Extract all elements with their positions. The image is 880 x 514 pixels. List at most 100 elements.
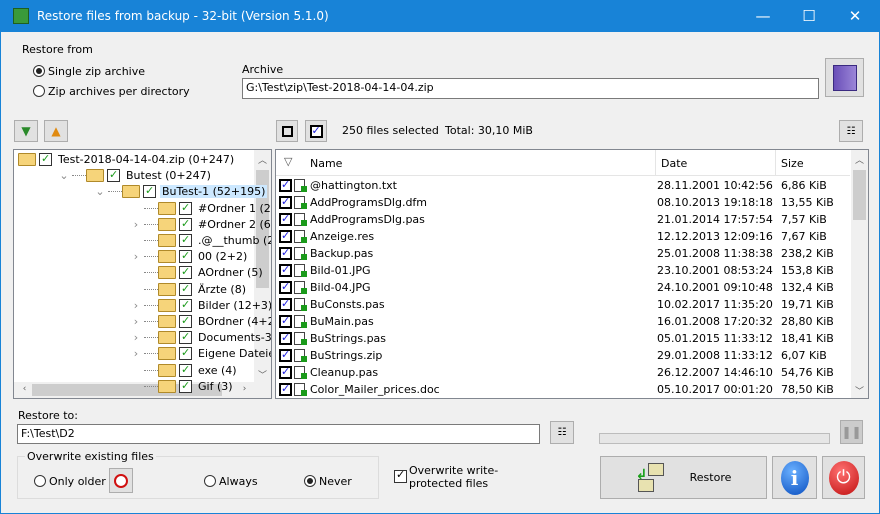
- tree-checkbox[interactable]: [179, 363, 192, 377]
- scroll-up-icon[interactable]: ︿: [254, 153, 271, 166]
- sort-triangle-icon[interactable]: ▽: [284, 155, 292, 168]
- file-row[interactable]: BuMain.pas 16.01.2008 17:20:32 28,80 KiB: [279, 313, 849, 330]
- collapse-all-button[interactable]: ▲: [44, 120, 68, 142]
- file-list[interactable]: ▽ Name Date Size ︿ ﹀ @hattington.txt 28.1…: [275, 149, 869, 399]
- tree-node[interactable]: exe (4): [128, 362, 239, 379]
- file-checkbox[interactable]: [279, 263, 292, 277]
- file-checkbox[interactable]: [279, 178, 292, 192]
- restore-to-input[interactable]: F:\Test\D2: [17, 424, 540, 444]
- file-list-scrollbar[interactable]: ︿ ﹀: [851, 150, 868, 398]
- radio-never-label[interactable]: Never: [319, 475, 352, 488]
- file-checkbox[interactable]: [279, 229, 292, 243]
- radio-only-older-label[interactable]: Only older: [49, 475, 106, 488]
- minimize-button[interactable]: —: [740, 1, 786, 32]
- tree-view-button[interactable]: ☷: [839, 120, 863, 142]
- select-all-button[interactable]: [305, 120, 327, 142]
- chevron-right-icon[interactable]: ›: [128, 299, 144, 312]
- file-checkbox[interactable]: [279, 365, 292, 379]
- tree-node[interactable]: Test-2018-04-14-04.zip (0+247): [18, 151, 236, 168]
- write-protected-checkbox[interactable]: ✓: [394, 468, 407, 483]
- file-row[interactable]: Backup.pas 25.01.2008 11:38:38 238,2 KiB: [279, 245, 849, 262]
- tree-checkbox[interactable]: [179, 282, 192, 296]
- close-button[interactable]: ✕: [832, 1, 878, 32]
- tree-node[interactable]: ⌄ Butest (0+247): [56, 167, 213, 184]
- file-row[interactable]: BuConsts.pas 10.02.2017 11:35:20 19,71 KiB: [279, 296, 849, 313]
- tree-checkbox[interactable]: [179, 346, 192, 361]
- tree-node[interactable]: #Ordner 1 (2): [128, 200, 271, 217]
- scroll-left-icon[interactable]: ‹: [16, 384, 33, 394]
- chevron-right-icon[interactable]: ›: [128, 218, 144, 231]
- radio-always[interactable]: [204, 475, 216, 487]
- tree-checkbox[interactable]: [179, 233, 192, 247]
- file-row[interactable]: BuStrings.pas 05.01.2015 11:33:12 18,41 Ki…: [279, 330, 849, 347]
- file-row[interactable]: Bild-01.JPG 23.10.2001 08:53:24 153,8 KiB: [279, 262, 849, 279]
- folder-tree[interactable]: ︿ ﹀ ‹ › Test-2018-04-14-04.zip (0+247) ⌄ B…: [13, 149, 272, 399]
- file-row[interactable]: Bild-04.JPG 24.10.2001 09:10:48 132,4 KiB: [279, 279, 849, 296]
- tree-checkbox[interactable]: [179, 314, 192, 328]
- select-none-button[interactable]: [276, 120, 298, 142]
- column-header-date[interactable]: Date: [661, 157, 687, 170]
- file-checkbox[interactable]: [279, 348, 292, 362]
- radio-single-zip-label[interactable]: Single zip archive: [48, 65, 145, 78]
- file-row[interactable]: AddProgramsDlg.pas 21.01.2014 17:57:54 7,5…: [279, 211, 849, 228]
- tree-checkbox[interactable]: [179, 201, 192, 215]
- tree-node[interactable]: › Eigene Dateien (2+: [128, 345, 271, 362]
- tree-node[interactable]: › Bilder (12+3): [128, 297, 271, 314]
- time-settings-button[interactable]: [109, 468, 133, 493]
- file-checkbox[interactable]: [279, 212, 292, 226]
- expand-all-button[interactable]: ▼: [14, 120, 38, 142]
- radio-per-directory-label[interactable]: Zip archives per directory: [48, 85, 190, 98]
- maximize-button[interactable]: ☐: [786, 1, 832, 32]
- radio-never[interactable]: [304, 475, 316, 487]
- radio-single-zip[interactable]: [33, 65, 45, 77]
- archive-input[interactable]: G:\Test\zip\Test-2018-04-14-04.zip: [242, 78, 819, 99]
- tree-node[interactable]: › #Ordner 2 (6+2): [128, 216, 271, 233]
- file-checkbox[interactable]: [279, 331, 292, 345]
- tree-checkbox[interactable]: [107, 168, 120, 183]
- file-row[interactable]: Anzeige.res 12.12.2013 12:09:16 7,67 KiB: [279, 228, 849, 245]
- file-row[interactable]: @hattington.txt 28.11.2001 10:42:56 6,86 K…: [279, 177, 849, 194]
- file-row[interactable]: BuStrings.zip 29.01.2008 11:33:12 6,07 KiB: [279, 347, 849, 364]
- chevron-right-icon[interactable]: ›: [128, 315, 144, 328]
- file-checkbox[interactable]: [279, 280, 292, 294]
- pause-button[interactable]: ❚❚: [840, 420, 863, 444]
- tree-checkbox[interactable]: [143, 184, 156, 199]
- info-button[interactable]: i: [772, 456, 817, 499]
- file-list-scroll-thumb[interactable]: [853, 170, 866, 220]
- restore-button[interactable]: ↲ Restore: [600, 456, 767, 499]
- tree-checkbox[interactable]: [179, 379, 192, 393]
- chevron-right-icon[interactable]: ›: [128, 347, 144, 360]
- file-row[interactable]: Cleanup.pas 26.12.2007 14:46:10 54,76 KiB: [279, 364, 849, 381]
- scroll-right-icon[interactable]: ›: [236, 384, 253, 394]
- radio-always-label[interactable]: Always: [219, 475, 258, 488]
- write-protected-label[interactable]: Overwrite write-protected files: [409, 464, 549, 490]
- tree-checkbox[interactable]: [179, 265, 192, 280]
- chevron-right-icon[interactable]: ›: [128, 250, 144, 263]
- chevron-right-icon[interactable]: ›: [128, 331, 144, 344]
- browse-destination-button[interactable]: ☷: [550, 421, 574, 444]
- exit-button[interactable]: ⏻: [822, 456, 865, 499]
- file-row[interactable]: Color_Mailer_prices.doc 05.10.2017 00:01:…: [279, 381, 849, 398]
- chevron-down-icon[interactable]: ⌄: [56, 169, 72, 182]
- file-checkbox[interactable]: [279, 195, 292, 209]
- column-header-name[interactable]: Name: [310, 157, 342, 170]
- tree-checkbox[interactable]: [179, 217, 192, 231]
- tree-checkbox[interactable]: [179, 249, 192, 264]
- tree-node[interactable]: › BOrdner (4+2): [128, 313, 271, 330]
- file-checkbox[interactable]: [279, 382, 292, 396]
- tree-node[interactable]: .@__thumb (2): [128, 232, 271, 249]
- open-archive-button[interactable]: [825, 58, 864, 97]
- scroll-down-icon[interactable]: ﹀: [254, 368, 271, 381]
- tree-node[interactable]: Ärzte (8): [128, 281, 248, 298]
- radio-per-directory[interactable]: [33, 85, 45, 97]
- tree-node[interactable]: › Documents-3 (0+3): [128, 329, 271, 346]
- column-header-size[interactable]: Size: [781, 157, 804, 170]
- tree-node[interactable]: AOrdner (5): [128, 264, 265, 281]
- tree-checkbox[interactable]: [179, 330, 192, 345]
- file-checkbox[interactable]: [279, 297, 292, 311]
- chevron-down-icon[interactable]: ⌄: [92, 185, 108, 198]
- file-checkbox[interactable]: [279, 314, 292, 328]
- scroll-down-icon[interactable]: ﹀: [851, 384, 868, 397]
- tree-node[interactable]: › 00 (2+2): [128, 248, 249, 265]
- file-row[interactable]: AddProgramsDlg.dfm 08.10.2013 19:18:18 13,…: [279, 194, 849, 211]
